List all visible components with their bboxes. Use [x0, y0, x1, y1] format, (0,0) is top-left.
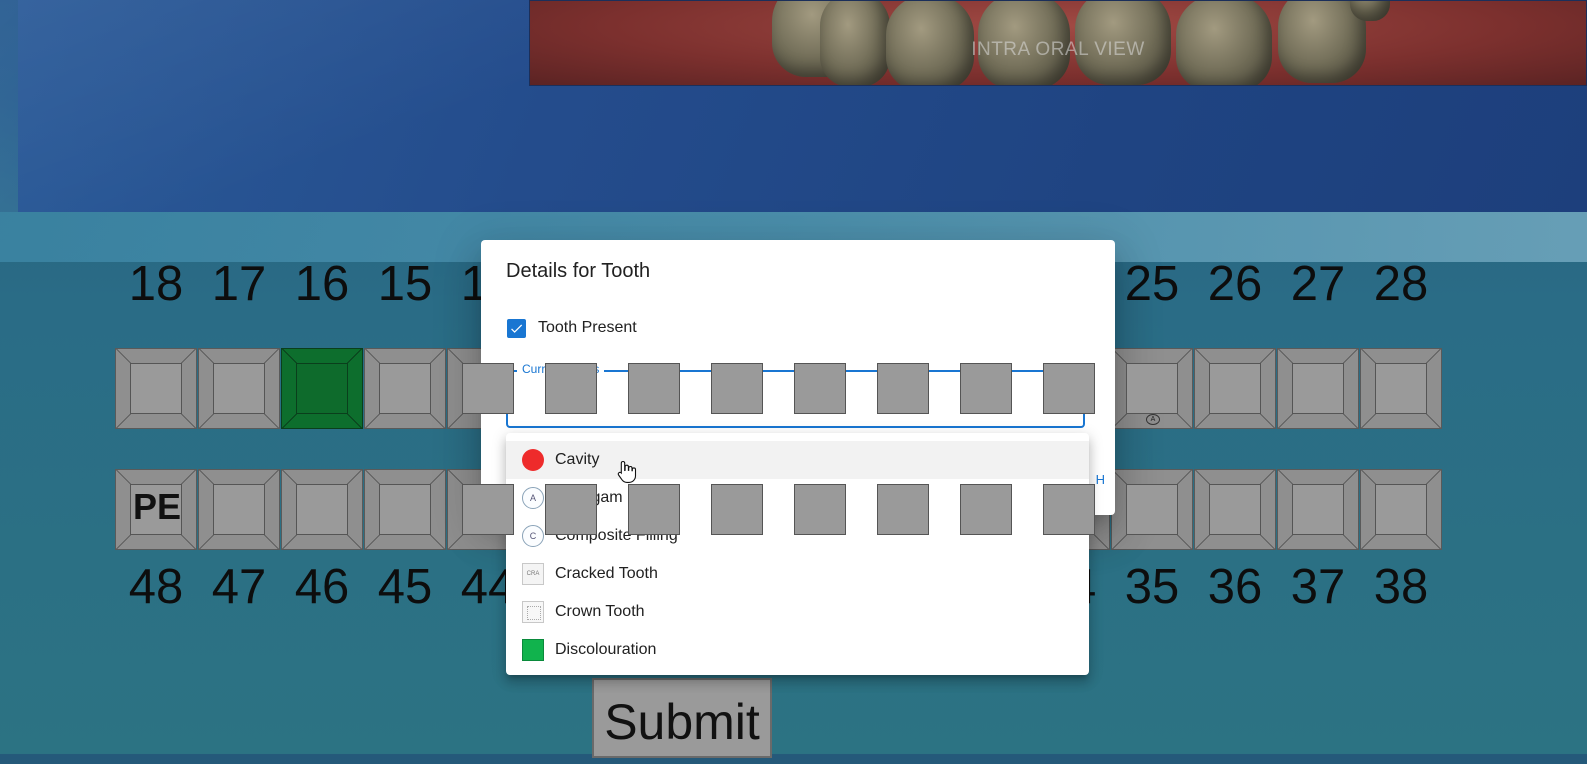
tooth-surface[interactable] [213, 363, 265, 414]
tooth-25-box[interactable]: A [1111, 348, 1193, 429]
tooth-16-box[interactable] [281, 348, 363, 429]
tooth-surface[interactable] [628, 363, 680, 414]
lower-tooth-number: 37 [1290, 560, 1346, 614]
tooth-surface[interactable] [462, 484, 514, 535]
intra-oral-view-label: INTRA ORAL VIEW [971, 39, 1145, 60]
menu-item-label: Crown Tooth [555, 603, 645, 620]
tooth-surface[interactable] [794, 484, 846, 535]
tooth-35-box[interactable] [1111, 469, 1193, 550]
tooth-surface[interactable] [462, 363, 514, 414]
tooth-present-checkbox[interactable] [507, 319, 526, 338]
tooth-surface[interactable] [1292, 484, 1344, 535]
lower-tooth-number: 45 [377, 560, 433, 614]
upper-tooth-number: 15 [377, 257, 433, 311]
tooth-48-box[interactable]: PE [115, 469, 197, 550]
tooth-surface[interactable] [296, 363, 348, 414]
lower-tooth-number: 35 [1124, 560, 1180, 614]
cracked-tooth-icon: CRA [522, 563, 544, 585]
tooth-28-box[interactable] [1360, 348, 1442, 429]
tooth-38-box[interactable] [1360, 469, 1442, 550]
tooth-surface[interactable] [1292, 363, 1344, 414]
lower-tooth-number: 36 [1207, 560, 1263, 614]
tooth-surface[interactable] [1209, 484, 1261, 535]
tooth-surface[interactable] [1209, 363, 1261, 414]
tooth-present-label: Tooth Present [538, 319, 637, 336]
tooth-surface[interactable] [711, 363, 763, 414]
tooth-surface[interactable] [794, 363, 846, 414]
menu-item-label: Cracked Tooth [555, 565, 658, 582]
tooth-surface[interactable] [960, 484, 1012, 535]
tooth-label: PE [132, 486, 182, 527]
tooth-47-box[interactable] [198, 469, 280, 550]
tooth-surface[interactable] [877, 484, 929, 535]
tooth-surface[interactable] [1375, 484, 1427, 535]
tooth-37-box[interactable] [1277, 469, 1359, 550]
tooth-surface[interactable] [296, 484, 348, 535]
checkmark-icon [511, 324, 523, 333]
lower-tooth-number: 48 [128, 560, 184, 614]
tooth-surface[interactable] [1126, 484, 1178, 535]
tooth-surface[interactable] [1043, 363, 1095, 414]
tooth-surface[interactable] [960, 363, 1012, 414]
tooth-surface[interactable] [545, 363, 597, 414]
tooth-surface[interactable] [711, 484, 763, 535]
tooth-surface[interactable] [213, 484, 265, 535]
lower-tooth-number: 46 [294, 560, 350, 614]
tooth-surface[interactable] [877, 363, 929, 414]
header-panel: INTRA ORAL VIEW [18, 0, 1587, 212]
lower-tooth-number: 47 [211, 560, 267, 614]
tooth-36-box[interactable] [1194, 469, 1276, 550]
tooth-45-box[interactable] [364, 469, 446, 550]
tooth-surface[interactable] [1126, 363, 1178, 414]
menu-item-discolouration[interactable]: Discolouration [506, 631, 1089, 669]
upper-tooth-number: 16 [294, 257, 350, 311]
upper-tooth-number: 17 [211, 257, 267, 311]
tooth-surface[interactable] [628, 484, 680, 535]
menu-item-label: Cavity [555, 451, 600, 468]
tooth-15-box[interactable] [364, 348, 446, 429]
lower-tooth-number: 38 [1373, 560, 1429, 614]
tooth-17-box[interactable] [198, 348, 280, 429]
status-options-menu: Cavity A Amalgam Filling C Composite Fil… [506, 433, 1089, 675]
amalgam-icon: A [522, 487, 544, 509]
menu-item-cavity[interactable]: Cavity [506, 441, 1089, 479]
upper-tooth-number: 26 [1207, 257, 1263, 311]
tooth-surface[interactable] [1375, 363, 1427, 414]
tooth-18-box[interactable] [115, 348, 197, 429]
tooth-surface[interactable] [1043, 484, 1095, 535]
tooth-46-box[interactable] [281, 469, 363, 550]
tooth-surface[interactable] [379, 484, 431, 535]
upper-tooth-number: 18 [128, 257, 184, 311]
amalgam-mark-icon: A [1146, 414, 1160, 425]
upper-tooth-number: 27 [1290, 257, 1346, 311]
crown-tooth-icon [522, 601, 544, 623]
dialog-title: Details for Tooth [506, 260, 651, 282]
tooth-surface[interactable] [130, 363, 182, 414]
tooth-surface[interactable] [379, 363, 431, 414]
upper-tooth-number: 28 [1373, 257, 1429, 311]
submit-button[interactable]: Submit [592, 678, 772, 758]
upper-tooth-number: 25 [1124, 257, 1180, 311]
menu-item-crown-tooth[interactable]: Crown Tooth [506, 593, 1089, 631]
menu-item-cracked-tooth[interactable]: CRA Cracked Tooth [506, 555, 1089, 593]
composite-icon: C [522, 525, 544, 547]
tooth-surface[interactable] [545, 484, 597, 535]
green-square-icon [522, 639, 544, 661]
red-circle-icon [522, 449, 544, 471]
tooth-26-box[interactable] [1194, 348, 1276, 429]
menu-item-label: Discolouration [555, 641, 657, 658]
partially-hidden-action[interactable]: H [1096, 472, 1105, 487]
intra-oral-view: INTRA ORAL VIEW [529, 0, 1587, 86]
tooth-27-box[interactable] [1277, 348, 1359, 429]
